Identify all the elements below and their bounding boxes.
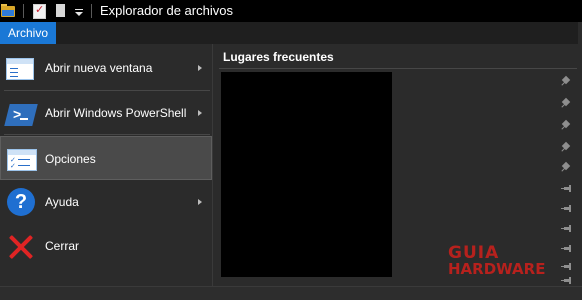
menu-item-label: Opciones	[45, 152, 96, 166]
pin-icon[interactable]	[561, 97, 571, 109]
redacted-list-area	[221, 72, 392, 277]
new-window-icon	[6, 58, 34, 80]
pin-icon[interactable]	[561, 119, 571, 131]
new-folder-icon[interactable]	[56, 3, 66, 19]
menu-item-new-window[interactable]: Abrir nueva ventana	[0, 46, 212, 90]
ribbon-bar: Archivo	[0, 22, 582, 44]
menu-item-label: Cerrar	[45, 239, 80, 253]
frequent-places-title: Lugares frecuentes	[223, 50, 334, 64]
menu-item-label: Abrir Windows PowerShell	[45, 106, 187, 120]
pin-icon[interactable]	[561, 161, 571, 173]
unpin-icon[interactable]	[561, 244, 571, 254]
quick-access-separator	[23, 4, 24, 18]
tab-file[interactable]: Archivo	[0, 22, 56, 44]
pin-icon[interactable]	[561, 75, 571, 87]
customize-toolbar-chevron-down-icon[interactable]	[74, 3, 86, 19]
menu-item-help[interactable]: ? Ayuda	[0, 180, 212, 224]
unpin-icon[interactable]	[561, 262, 571, 272]
menu-separator	[4, 134, 210, 135]
submenu-arrow-icon	[198, 65, 202, 71]
pin-icon[interactable]	[561, 141, 571, 153]
menu-item-powershell[interactable]: > Abrir Windows PowerShell	[0, 91, 212, 135]
unpin-icon[interactable]	[561, 276, 571, 286]
title-separator	[91, 4, 92, 18]
submenu-arrow-icon	[198, 199, 202, 205]
folder-icon[interactable]	[1, 3, 15, 19]
window-edge	[578, 22, 582, 286]
watermark-line2: HARDWARE	[448, 260, 546, 278]
watermark-logo: GUIA HARDWARE	[448, 243, 554, 279]
window-title: Explorador de archivos	[100, 3, 233, 18]
powershell-icon: >	[4, 104, 38, 126]
submenu-arrow-icon	[198, 110, 202, 116]
properties-icon[interactable]: ✓	[33, 3, 46, 19]
unpin-icon[interactable]	[561, 184, 571, 194]
bottom-strip	[0, 286, 582, 300]
menu-item-close[interactable]: Cerrar	[0, 224, 212, 268]
menu-item-options[interactable]: ✓ ✓ Opciones	[0, 136, 212, 180]
options-icon: ✓ ✓	[7, 149, 37, 171]
section-divider	[219, 68, 577, 69]
menu-item-label: Ayuda	[45, 195, 79, 209]
close-icon	[8, 234, 34, 260]
file-menu: Abrir nueva ventana > Abrir Windows Powe…	[0, 44, 212, 286]
menu-item-label: Abrir nueva ventana	[45, 61, 153, 75]
title-bar: ✓ Explorador de archivos	[0, 0, 582, 22]
help-icon: ?	[7, 188, 35, 216]
unpin-icon[interactable]	[561, 224, 571, 234]
unpin-icon[interactable]	[561, 204, 571, 214]
